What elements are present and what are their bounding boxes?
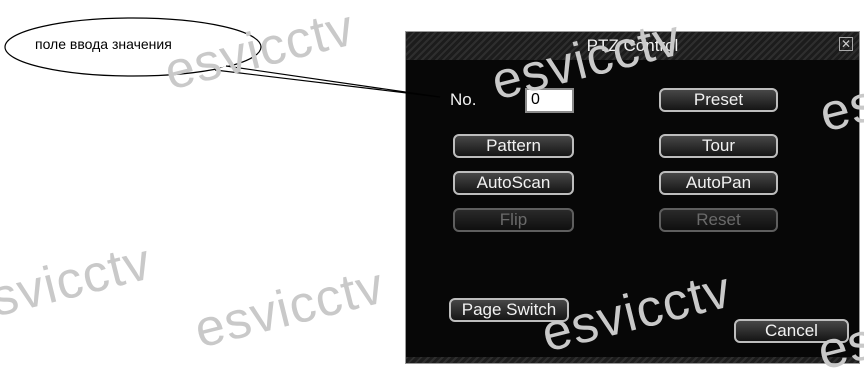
annotation-callout: [4, 17, 441, 98]
annotation-text: поле ввода значения: [35, 36, 172, 52]
